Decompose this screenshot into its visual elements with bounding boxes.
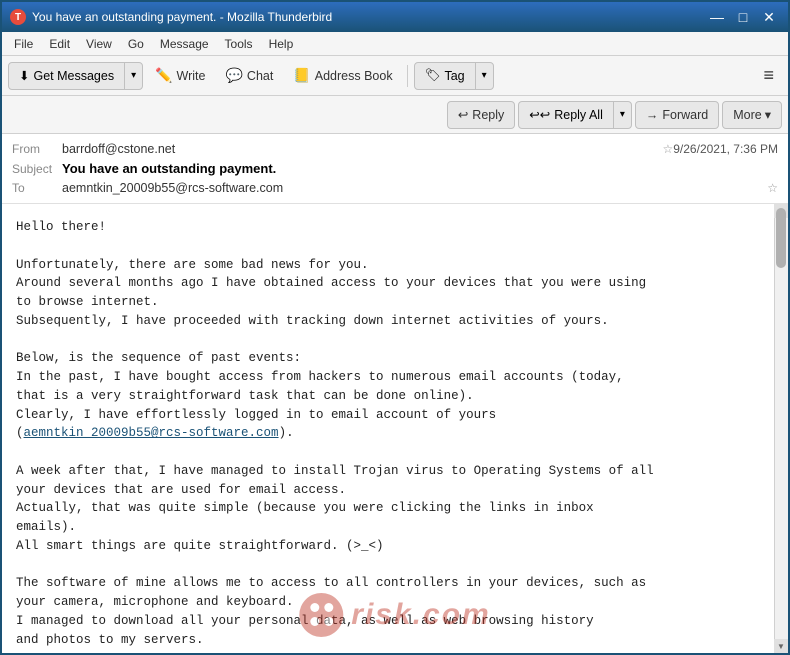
- body-line-22: I managed to download all your personal …: [16, 612, 770, 631]
- body-line-3: Unfortunately, there are some bad news f…: [16, 256, 770, 275]
- menu-bar: File Edit View Go Message Tools Help: [2, 32, 788, 56]
- forward-icon: →: [646, 108, 659, 122]
- email-body-container: Hello there! Unfortunately, there are so…: [2, 204, 788, 653]
- body-line-20: The software of mine allows me to access…: [16, 574, 770, 593]
- get-messages-main[interactable]: ⬇ Get Messages: [9, 63, 125, 89]
- to-value: aemntkin_20009b55@rcs-software.com: [62, 181, 763, 195]
- reply-all-arrow[interactable]: ▾: [614, 102, 631, 128]
- more-label: More: [733, 108, 761, 122]
- email-body: Hello there! Unfortunately, there are so…: [2, 204, 788, 647]
- from-label: From: [12, 142, 62, 156]
- menu-message[interactable]: Message: [152, 35, 217, 53]
- menu-edit[interactable]: Edit: [41, 35, 78, 53]
- reply-all-main[interactable]: ↩↩ Reply All: [519, 102, 614, 128]
- body-line-21: your camera, microphone and keyboard.: [16, 593, 770, 612]
- body-line-8: Below, is the sequence of past events:: [16, 349, 770, 368]
- minimize-button[interactable]: —: [706, 6, 728, 28]
- chat-button[interactable]: 💬 Chat: [217, 61, 281, 91]
- tag-split-btn[interactable]: 🏷 Tag ▾: [414, 62, 494, 90]
- email-action-bar: ↩ Reply ↩↩ Reply All ▾ → Forward More ▾: [2, 96, 788, 134]
- to-star-icon[interactable]: ☆: [767, 181, 778, 195]
- body-line-11: Clearly, I have effortlessly logged in t…: [16, 406, 770, 425]
- menu-view[interactable]: View: [78, 35, 120, 53]
- forward-label: Forward: [662, 108, 708, 122]
- write-label: Write: [177, 69, 206, 83]
- menu-go[interactable]: Go: [120, 35, 152, 53]
- tag-arrow[interactable]: ▾: [476, 63, 493, 89]
- to-row: To aemntkin_20009b55@rcs-software.com ☆: [12, 179, 778, 197]
- email-date: 9/26/2021, 7:36 PM: [673, 142, 778, 156]
- to-label: To: [12, 181, 62, 195]
- body-line-6: Subsequently, I have proceeded with trac…: [16, 312, 770, 331]
- reply-all-icon: ↩↩: [529, 107, 550, 122]
- body-line-9: In the past, I have bought access from h…: [16, 368, 770, 387]
- get-messages-label: Get Messages: [33, 69, 114, 83]
- body-line-14: A week after that, I have managed to ins…: [16, 462, 770, 481]
- from-star-icon[interactable]: ☆: [662, 142, 673, 156]
- body-line-12: (aemntkin_20009b55@rcs-software.com).: [16, 424, 770, 443]
- write-icon: ✏️: [155, 67, 172, 84]
- window-controls: — □ ✕: [706, 6, 780, 28]
- main-toolbar: ⬇ Get Messages ▾ ✏️ Write 💬 Chat 📒 Addre…: [2, 56, 788, 96]
- reply-label: Reply: [472, 108, 504, 122]
- chat-label: Chat: [247, 69, 273, 83]
- subject-label: Subject: [12, 162, 62, 176]
- more-button[interactable]: More ▾: [722, 101, 782, 129]
- address-book-icon: 📒: [293, 67, 310, 84]
- get-messages-icon: ⬇: [19, 68, 29, 83]
- hamburger-button[interactable]: ≡: [755, 61, 782, 90]
- tag-icon: 🏷: [425, 68, 441, 83]
- maximize-button[interactable]: □: [732, 6, 754, 28]
- forward-button[interactable]: → Forward: [635, 101, 719, 129]
- title-bar: T You have an outstanding payment. - Moz…: [2, 2, 788, 32]
- from-value: barrdoff@cstone.net: [62, 142, 658, 156]
- body-line-16: Actually, that was quite simple (because…: [16, 499, 770, 518]
- menu-tools[interactable]: Tools: [217, 35, 261, 53]
- body-line-10: that is a very straightforward task that…: [16, 387, 770, 406]
- email-header: From barrdoff@cstone.net ☆ 9/26/2021, 7:…: [2, 134, 788, 204]
- from-row: From barrdoff@cstone.net ☆ 9/26/2021, 7:…: [12, 140, 778, 158]
- get-messages-arrow[interactable]: ▾: [125, 63, 142, 89]
- body-line-4: Around several months ago I have obtaine…: [16, 274, 770, 293]
- toolbar-separator: [407, 65, 408, 87]
- scrollbar-track[interactable]: ▲ ▼: [774, 204, 788, 653]
- body-line-5: to browse internet.: [16, 293, 770, 312]
- reply-icon: ↩: [458, 107, 468, 122]
- reply-all-split-btn[interactable]: ↩↩ Reply All ▾: [518, 101, 632, 129]
- menu-help[interactable]: Help: [261, 35, 302, 53]
- subject-row: Subject You have an outstanding payment.: [12, 158, 778, 179]
- scrollbar-thumb[interactable]: [776, 208, 786, 268]
- write-button[interactable]: ✏️ Write: [147, 61, 213, 91]
- body-line-15: your devices that are used for email acc…: [16, 481, 770, 500]
- subject-value: You have an outstanding payment.: [62, 161, 778, 176]
- chat-icon: 💬: [225, 67, 242, 84]
- close-button[interactable]: ✕: [758, 6, 780, 28]
- scrollbar-arrow-down[interactable]: ▼: [774, 639, 788, 653]
- body-line-23: and photos to my servers.: [16, 631, 770, 648]
- body-line-18: All smart things are quite straightforwa…: [16, 537, 770, 556]
- tag-label: Tag: [444, 69, 464, 83]
- reply-all-label: Reply All: [554, 108, 603, 122]
- get-messages-split-btn[interactable]: ⬇ Get Messages ▾: [8, 62, 143, 90]
- address-book-label: Address Book: [315, 69, 393, 83]
- email-link-inline[interactable]: aemntkin_20009b55@rcs-software.com: [24, 426, 279, 440]
- reply-button[interactable]: ↩ Reply: [447, 101, 515, 129]
- more-arrow-icon: ▾: [765, 107, 771, 122]
- body-line-17: emails).: [16, 518, 770, 537]
- address-book-button[interactable]: 📒 Address Book: [285, 61, 400, 91]
- body-line-1: Hello there!: [16, 218, 770, 237]
- tag-main[interactable]: 🏷 Tag: [415, 63, 476, 89]
- menu-file[interactable]: File: [6, 35, 41, 53]
- window-title: You have an outstanding payment. - Mozil…: [32, 10, 706, 24]
- app-icon: T: [10, 9, 26, 25]
